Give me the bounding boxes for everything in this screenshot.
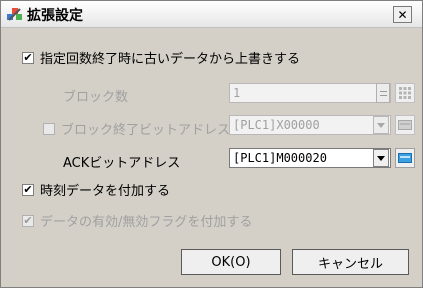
block-count-row: ブロック数 bbox=[63, 86, 128, 105]
keypad-icon bbox=[399, 87, 411, 99]
ok-button[interactable]: OK(O) bbox=[181, 249, 281, 275]
block-end-bit-checkbox[interactable] bbox=[43, 122, 55, 135]
ack-bit-label: ACKビットアドレス bbox=[63, 156, 181, 171]
chevron-down-icon bbox=[377, 155, 385, 161]
check-icon: ✔ bbox=[23, 51, 33, 64]
block-count-label: ブロック数 bbox=[63, 90, 129, 105]
block-end-bit-label: ブロック終了ビットアドレス bbox=[61, 123, 231, 138]
window-title: 拡張設定 bbox=[27, 8, 83, 24]
overwrite-label: 指定回数終了時に古いデータから上書きする bbox=[40, 52, 301, 67]
extended-settings-dialog: 拡張設定 ✕ ✔ 指定回数終了時に古いデータから上書きする ブロック数 1 ブロ… bbox=[0, 0, 423, 288]
valid-flag-checkbox[interactable]: ✔ bbox=[22, 214, 34, 227]
valid-flag-option[interactable]: ✔ データの有効/無効フラグを付加する bbox=[22, 211, 252, 230]
block-end-bit-dropdown-button[interactable] bbox=[373, 116, 389, 134]
ack-bit-input-button[interactable] bbox=[395, 148, 415, 168]
time-data-option[interactable]: ✔ 時刻データを付加する bbox=[22, 180, 170, 199]
block-count-keypad-button[interactable] bbox=[395, 83, 415, 103]
cancel-button-label: キャンセル bbox=[317, 256, 383, 272]
keyboard-icon bbox=[398, 153, 412, 163]
block-end-bit-field[interactable]: [PLC1]X00000 bbox=[229, 115, 391, 135]
keyboard-icon bbox=[398, 120, 412, 130]
overwrite-checkbox[interactable]: ✔ bbox=[22, 51, 34, 64]
block-count-input[interactable]: 1 bbox=[229, 83, 391, 103]
check-icon: ✔ bbox=[23, 214, 33, 227]
chevron-down-icon bbox=[377, 122, 385, 128]
ack-bit-row: ACKビットアドレス bbox=[63, 152, 180, 171]
overwrite-option[interactable]: ✔ 指定回数終了時に古いデータから上書きする bbox=[22, 48, 300, 67]
settings-wrench-icon bbox=[7, 8, 22, 21]
title-bar: 拡張設定 ✕ bbox=[1, 1, 422, 28]
ack-bit-value: [PLC1]M000020 bbox=[233, 151, 327, 165]
block-end-bit-option[interactable]: ブロック終了ビットアドレス bbox=[43, 119, 230, 138]
valid-flag-label: データの有効/無効フラグを付加する bbox=[40, 215, 253, 230]
close-icon: ✕ bbox=[397, 7, 408, 22]
ack-bit-field[interactable]: [PLC1]M000020 bbox=[229, 148, 391, 168]
time-data-label: 時刻データを付加する bbox=[40, 184, 171, 199]
ok-button-label: OK(O) bbox=[211, 254, 251, 270]
block-count-value: 1 bbox=[233, 86, 241, 100]
time-data-checkbox[interactable]: ✔ bbox=[22, 183, 34, 196]
close-button[interactable]: ✕ bbox=[393, 6, 412, 23]
ack-bit-dropdown-button[interactable] bbox=[373, 149, 389, 167]
check-icon: ✔ bbox=[23, 183, 33, 196]
cancel-button[interactable]: キャンセル bbox=[292, 249, 409, 275]
block-end-bit-input-button[interactable] bbox=[395, 115, 415, 135]
block-end-bit-value: [PLC1]X00000 bbox=[233, 118, 320, 132]
block-count-stepper[interactable] bbox=[376, 83, 390, 103]
